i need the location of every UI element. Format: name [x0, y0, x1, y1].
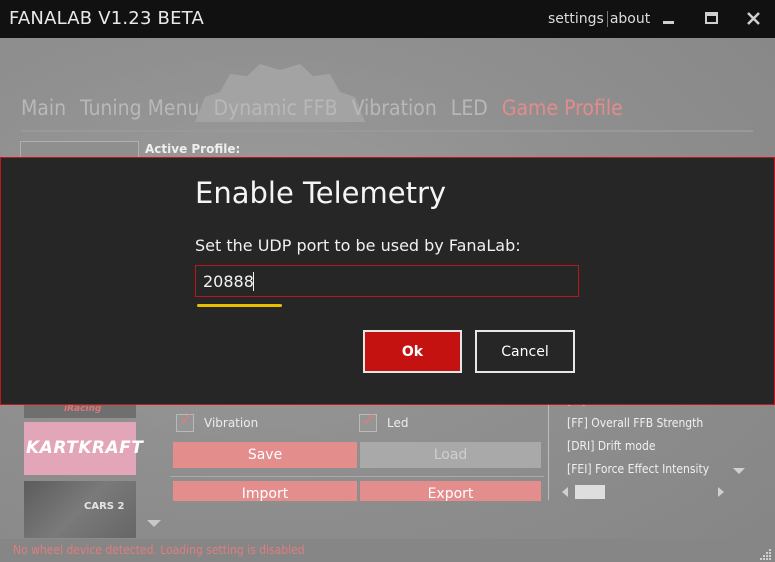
dialog-title: Enable Telemetry [195, 176, 447, 210]
load-button[interactable]: Load [360, 442, 541, 468]
profile-list[interactable] [20, 141, 139, 158]
tab-dynamic-ffb[interactable]: Dynamic FFB [214, 96, 338, 120]
title-bar: FANALAB V1.23 BETA settings about [0, 0, 775, 38]
thumbnail-label: iRacing [64, 404, 102, 414]
tab-vibration[interactable]: Vibration [352, 96, 437, 120]
port-input-highlight [197, 304, 282, 307]
tab-led[interactable]: LED [451, 96, 488, 120]
app-title: FANALAB V1.23 BETA [9, 8, 204, 29]
tab-bar: Main Tuning Menu Dynamic FFB Vibration L… [21, 96, 631, 120]
game-thumbnail-iracing[interactable]: iRacing [24, 404, 136, 418]
text-caret [253, 272, 254, 291]
ok-button[interactable]: Ok [363, 330, 462, 373]
game-list-scroll-down-icon[interactable] [147, 520, 161, 527]
title-links: settings about [548, 11, 650, 27]
checkmark-icon: ✓ [362, 410, 377, 430]
mode-item[interactable]: [FEI] Force Effect Intensity [567, 458, 709, 481]
mode-item[interactable]: [DRI] Drift mode [567, 435, 709, 458]
mode-list: [...] [FF] Overall FFB Strength [DRI] Dr… [567, 398, 709, 481]
close-icon[interactable] [743, 8, 765, 30]
game-thumbnail-kartkraft[interactable]: KARTKRAFT [24, 422, 143, 475]
about-link[interactable]: about [610, 11, 650, 27]
status-message: No wheel device detected. Loading settin… [13, 543, 305, 557]
dialog-description: Set the UDP port to be used by FanaLab: [195, 236, 521, 255]
resize-grip-icon[interactable] [760, 548, 772, 560]
mode-item[interactable]: [FF] Overall FFB Strength [567, 412, 709, 435]
tab-divider [21, 130, 753, 132]
panel-separator [548, 404, 549, 500]
led-label: Led [387, 416, 409, 430]
thumbnail-label: KARTKRAFT [26, 438, 144, 458]
thumbnail-label: CARS 2 [84, 501, 125, 512]
maximize-icon[interactable] [701, 8, 723, 30]
save-button[interactable]: Save [173, 442, 357, 468]
cancel-button[interactable]: Cancel [475, 330, 575, 373]
scroll-left-icon[interactable] [562, 487, 568, 497]
tab-game-profile[interactable]: Game Profile [502, 96, 623, 120]
export-button[interactable]: Export [360, 481, 541, 501]
led-checkbox[interactable]: ✓ [359, 410, 377, 432]
import-button[interactable]: Import [173, 481, 357, 501]
tab-tuning-menu[interactable]: Tuning Menu [80, 96, 199, 120]
tab-main[interactable]: Main [21, 96, 66, 120]
game-thumbnail-project-cars-2[interactable]: CARS 2 [24, 481, 136, 538]
horizontal-scrollbar-thumb[interactable] [575, 485, 605, 499]
telemetry-dialog: Enable Telemetry Set the UDP port to be … [0, 157, 775, 405]
settings-link[interactable]: settings [548, 11, 604, 27]
scroll-right-icon[interactable] [718, 487, 724, 497]
button-divider [170, 476, 544, 477]
minimize-icon[interactable] [658, 8, 680, 30]
mode-list-scroll-down-icon[interactable] [733, 468, 745, 474]
checkmark-icon: ✓ [179, 410, 194, 430]
vibration-label: Vibration [204, 416, 259, 430]
vibration-checkbox[interactable]: ✓ [176, 410, 194, 432]
link-separator [606, 11, 608, 27]
active-profile-label: Active Profile: [145, 142, 241, 156]
